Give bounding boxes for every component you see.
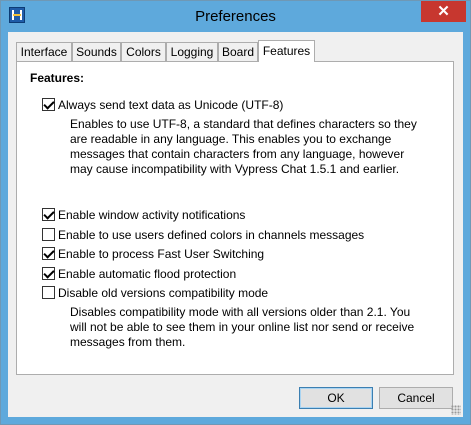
features-heading: Features: (30, 71, 85, 85)
checkbox-unicode[interactable] (42, 98, 55, 111)
close-button[interactable]: ✕ (421, 1, 466, 22)
option-activity-notifications-label: Enable window activity notifications (58, 208, 246, 222)
option-fast-user-switching-label: Enable to process Fast User Switching (58, 247, 265, 261)
resize-grip-icon[interactable] (451, 405, 461, 415)
window-title: Preferences (195, 8, 276, 25)
checkbox-activity-notifications[interactable] (42, 208, 55, 221)
title-bar[interactable]: Preferences ✕ (1, 1, 470, 31)
tab-logging[interactable]: Logging (166, 42, 218, 61)
tab-colors[interactable]: Colors (121, 42, 166, 61)
tab-sounds[interactable]: Sounds (72, 42, 121, 61)
option-unicode-label: Always send text data as Unicode (UTF-8) (58, 98, 284, 112)
dialog-body: Interface Sounds Colors Logging Board Fe… (8, 32, 463, 417)
tab-interface[interactable]: Interface (16, 42, 72, 61)
checkbox-fast-user-switching[interactable] (42, 247, 55, 260)
preferences-window: Preferences ✕ Interface Sounds Colors Lo… (0, 0, 471, 425)
option-user-colors-label: Enable to use users defined colors in ch… (58, 228, 365, 242)
unicode-description: Enables to use UTF-8, a standard that de… (70, 117, 417, 176)
cancel-button[interactable]: Cancel (379, 387, 453, 409)
tab-features[interactable]: Features (258, 40, 315, 62)
compatibility-description: Disables compatibility mode with all ver… (70, 305, 415, 349)
checkbox-user-colors[interactable] (42, 228, 55, 241)
tab-board[interactable]: Board (218, 42, 258, 61)
checkbox-flood-protection[interactable] (42, 267, 55, 280)
option-flood-protection-label: Enable automatic flood protection (58, 267, 237, 281)
checkbox-compatibility-mode[interactable] (42, 286, 55, 299)
option-compatibility-mode-label: Disable old versions compatibility mode (58, 286, 269, 300)
features-panel: Features: Always send text data as Unico… (16, 61, 454, 375)
ok-button[interactable]: OK (299, 387, 373, 409)
